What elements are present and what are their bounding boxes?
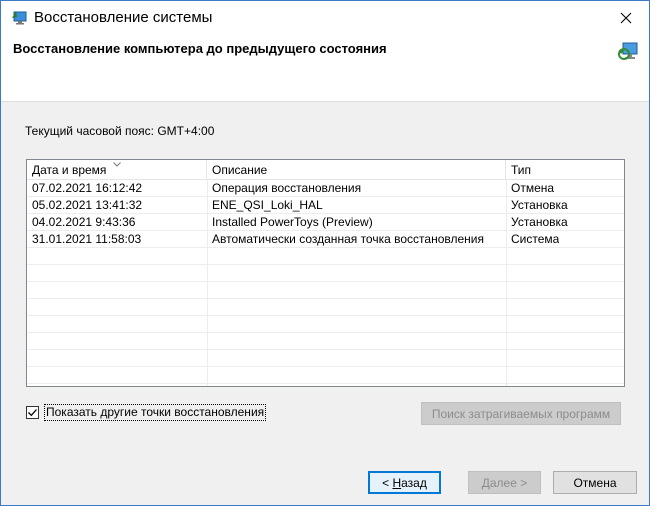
column-header-date[interactable]: Дата и время	[27, 160, 207, 180]
empty-row	[27, 316, 624, 333]
cell-description: Операция восстановления	[212, 181, 362, 195]
close-icon	[620, 12, 632, 24]
empty-row	[27, 265, 624, 282]
column-header-label: Описание	[212, 163, 268, 177]
cell-description: Автоматически созданная точка восстановл…	[212, 232, 484, 246]
column-header-description[interactable]: Описание	[207, 160, 506, 180]
empty-row	[27, 350, 624, 367]
cell-type: Установка	[511, 198, 568, 212]
window-title: Восстановление системы	[34, 9, 213, 26]
back-button-mnemonic: Н	[392, 475, 402, 490]
cancel-button[interactable]: Отмена	[553, 471, 637, 494]
cell-type: Установка	[511, 215, 568, 229]
wizard-footer: < Назад Далее > Отмена	[1, 449, 649, 505]
table-row[interactable]: 05.02.2021 13:41:32 ENE_QSI_Loki_HAL Уст…	[27, 197, 624, 214]
system-restore-icon	[618, 42, 638, 60]
empty-row	[27, 282, 624, 299]
wizard-content: Текущий часовой пояс: GMT+4:00 Дата и вр…	[1, 103, 649, 449]
empty-row	[27, 333, 624, 350]
empty-row	[27, 248, 624, 265]
timezone-label: Текущий часовой пояс: GMT+4:00	[25, 124, 215, 138]
cell-date: 04.02.2021 9:43:36	[32, 215, 136, 229]
back-button-prefix: <	[382, 475, 393, 490]
list-header: Дата и время Описание Тип	[27, 160, 624, 180]
cell-date: 05.02.2021 13:41:32	[32, 198, 143, 212]
back-button-rest: азад	[401, 475, 427, 490]
cell-type: Отмена	[511, 181, 555, 195]
wizard-header: Восстановление компьютера до предыдущего…	[1, 35, 649, 102]
table-row[interactable]: 31.01.2021 11:58:03 Автоматически создан…	[27, 231, 624, 248]
cell-description: ENE_QSI_Loki_HAL	[212, 198, 323, 212]
checkmark-icon	[28, 409, 37, 417]
table-row[interactable]: 04.02.2021 9:43:36 Installed PowerToys (…	[27, 214, 624, 231]
column-header-label: Дата и время	[32, 163, 107, 177]
close-button[interactable]	[603, 1, 649, 35]
scan-affected-programs-button[interactable]: Поиск затрагиваемых программ	[421, 402, 621, 425]
next-button[interactable]: Далее >	[468, 471, 541, 494]
cell-date: 31.01.2021 11:58:03	[32, 232, 142, 246]
show-more-restore-points[interactable]: Показать другие точки восстановления	[26, 404, 267, 421]
sort-arrow-icon	[113, 162, 121, 167]
page-title: Восстановление компьютера до предыдущего…	[13, 41, 387, 56]
cell-type: Система	[511, 232, 560, 246]
empty-row	[27, 367, 624, 384]
column-header-type[interactable]: Тип	[506, 160, 624, 180]
empty-row	[27, 299, 624, 316]
show-more-label[interactable]: Показать другие точки восстановления	[44, 404, 267, 421]
table-row[interactable]: 07.02.2021 16:12:42 Операция восстановле…	[27, 180, 624, 197]
title-bar: Восстановление системы	[1, 1, 649, 35]
column-header-label: Тип	[511, 163, 532, 177]
cell-description: Installed PowerToys (Preview)	[212, 215, 373, 229]
show-more-checkbox[interactable]	[26, 406, 39, 419]
system-restore-icon	[12, 11, 27, 25]
system-restore-window: Восстановление системы Восстановление ко…	[0, 0, 650, 506]
back-button[interactable]: < Назад	[368, 471, 441, 494]
restore-points-list[interactable]: Дата и время Описание Тип 07.02.2021 16:…	[26, 159, 625, 387]
cell-date: 07.02.2021 16:12:42	[32, 181, 143, 195]
